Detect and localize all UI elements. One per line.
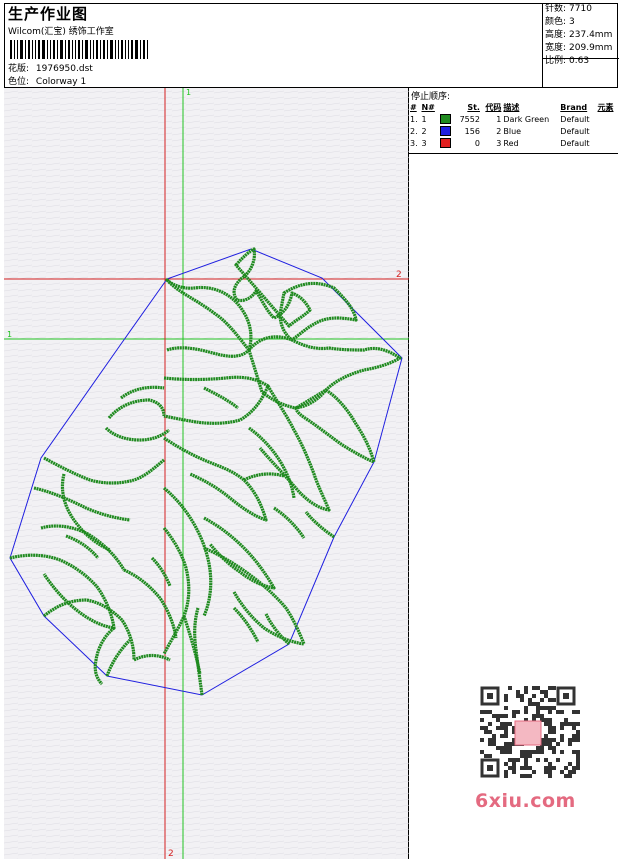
barcode	[10, 40, 150, 59]
table-row: 2. 2 156 2 Blue Default	[409, 125, 618, 137]
colorway-label: 色位:	[8, 77, 30, 87]
row-brand: Default	[560, 126, 590, 136]
design-canvas: 1 1 2 2	[4, 88, 409, 859]
table-row: 3. 3 0 3 Red Default	[409, 137, 618, 149]
table-row: 1. 1 7552 1 Dark Green Default	[409, 113, 618, 125]
color-swatch-cell	[439, 113, 454, 125]
guide-marker-green-left: 1	[7, 330, 12, 339]
row-code: 1	[496, 114, 502, 124]
stat-colors: 颜色: 3	[545, 17, 575, 27]
worksheet-title: 生产作业图	[8, 5, 89, 23]
col-stitches: St.	[467, 102, 480, 112]
stat-height: 高度: 237.4mm	[545, 30, 613, 40]
color-swatch	[439, 138, 451, 148]
colorway-row: 色位: Colorway 1	[8, 74, 86, 87]
row-stitches: 7552	[459, 114, 480, 124]
worksheet-header: 生产作业图 Wilcom(汇宝) 绣饰工作室 花版: 1976950.dst 色…	[4, 3, 619, 88]
col-description: 描述	[503, 102, 520, 112]
colorway-value: Colorway 1	[35, 77, 87, 87]
row-index: 3.	[410, 138, 418, 148]
stat-width: 宽度: 209.9mm	[545, 43, 613, 53]
col-element: 元素	[597, 102, 614, 112]
embroidery-preview: 1 1 2 2	[4, 88, 409, 859]
row-index: 1.	[410, 114, 418, 124]
design-file-row: 花版: 1976950.dst	[8, 61, 93, 74]
guide-marker-red-bottom: 2	[168, 849, 174, 859]
design-file-value: 1976950.dst	[35, 64, 93, 74]
row-description: Blue	[503, 126, 522, 136]
row-code: 2	[496, 126, 502, 136]
stamp-seal	[514, 720, 542, 746]
color-swatch-cell	[439, 137, 454, 149]
row-description: Red	[503, 138, 519, 148]
color-swatch	[439, 114, 451, 124]
stop-sequence-table: # N# St. 代码 描述 Brand 元素 1. 1 7552 1 Dark Gre…	[409, 101, 618, 149]
col-brand: Brand	[560, 102, 588, 112]
qr-code-watermark	[472, 682, 584, 782]
row-brand: Default	[560, 138, 590, 148]
guide-marker-red-right: 2	[396, 270, 402, 280]
studio-name: Wilcom(汇宝) 绣饰工作室	[8, 27, 114, 37]
row-element	[597, 113, 619, 125]
col-needle: N#	[421, 102, 435, 112]
row-description: Dark Green	[503, 114, 550, 124]
stat-scale: 比例: 0.63	[545, 56, 590, 66]
guide-marker-green-top: 1	[186, 88, 191, 97]
row-needle: 1	[421, 114, 427, 124]
row-index: 2.	[410, 126, 418, 136]
row-stitches: 0	[474, 138, 480, 148]
design-file-label: 花版:	[8, 64, 30, 74]
table-header-row: # N# St. 代码 描述 Brand 元素	[409, 101, 618, 113]
row-needle: 3	[421, 138, 427, 148]
stat-stitches: 针数: 7710	[545, 4, 592, 14]
design-stats: 针数: 7710 颜色: 3 高度: 237.4mm 宽度: 209.9mm 比例: 0.…	[542, 3, 619, 88]
row-element	[597, 137, 619, 149]
row-code: 3	[496, 138, 502, 148]
site-watermark: 6xiu.com	[475, 790, 576, 812]
col-code: 代码	[485, 102, 502, 112]
row-brand: Default	[560, 114, 590, 124]
row-element	[597, 125, 619, 137]
color-swatch-cell	[439, 125, 454, 137]
col-index: #	[410, 102, 417, 112]
row-stitches: 156	[464, 126, 480, 136]
color-swatch	[439, 126, 451, 136]
row-needle: 2	[421, 126, 427, 136]
